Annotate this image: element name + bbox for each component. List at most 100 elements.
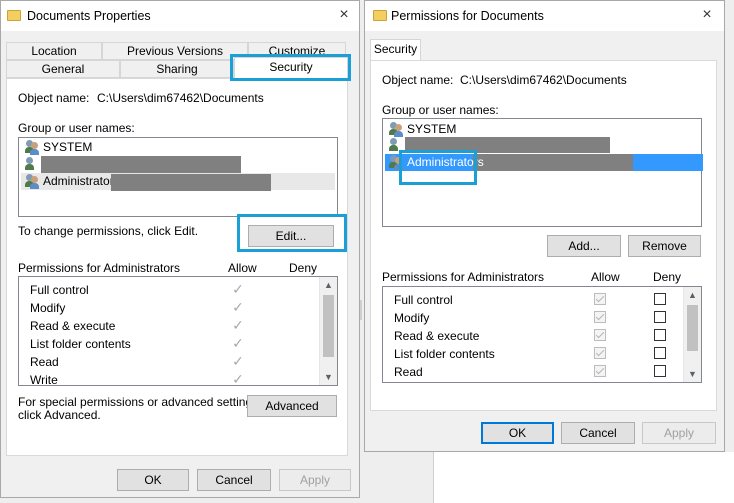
administrators-highlight (399, 150, 477, 185)
object-name-value: C:\Users\dim67462\Documents (97, 91, 264, 105)
user-row-system[interactable]: SYSTEM (21, 139, 335, 156)
permission-row: Read ✓ (19, 353, 319, 371)
allow-check-icon: ✓ (232, 317, 244, 333)
deny-checkbox[interactable] (654, 365, 666, 377)
cancel-button[interactable]: Cancel (197, 469, 271, 491)
deny-checkbox[interactable] (654, 347, 666, 359)
folder-icon (373, 10, 387, 21)
permissions-for-label: Permissions for Administrators (18, 261, 181, 275)
remove-button[interactable]: Remove (628, 235, 701, 257)
permission-row: List folder contents ✓ (19, 335, 319, 353)
permission-row: Full control (383, 291, 683, 309)
ok-button[interactable]: OK (117, 469, 189, 491)
advanced-button[interactable]: Advanced (247, 395, 337, 417)
user-row-administrators[interactable]: Administrators (21, 173, 335, 191)
permission-row-partial (383, 381, 683, 382)
permissions-scrollbar[interactable]: ▲ ▼ (683, 287, 701, 382)
allow-checkbox (594, 329, 606, 341)
group-user-names-label: Group or user names: (18, 121, 135, 135)
users-icon (389, 122, 404, 137)
users-icon (25, 174, 40, 189)
user-name: Administrators (43, 174, 120, 188)
user-name: SYSTEM (407, 122, 457, 136)
left-window-title: Documents Properties (27, 9, 151, 23)
permission-name: List folder contents (394, 347, 495, 361)
users-icon (25, 140, 40, 155)
tab-security[interactable]: Security (370, 39, 421, 61)
permission-row: Modify ✓ (19, 299, 319, 317)
permission-name: List folder contents (30, 337, 131, 351)
permission-row: Write ✓ (19, 371, 319, 386)
scroll-up-icon[interactable]: ▲ (320, 278, 337, 292)
right-window-title: Permissions for Documents (391, 9, 544, 23)
allow-check-icon: ✓ (232, 335, 244, 351)
allow-header: Allow (591, 270, 620, 284)
permissions-list[interactable]: Full control ✓ Modify ✓ Read & execute ✓… (18, 276, 338, 386)
special-permissions-text-1: For special permissions or advanced sett… (18, 395, 262, 409)
add-button[interactable]: Add... (547, 235, 621, 257)
user-name: SYSTEM (43, 140, 93, 154)
close-icon[interactable]: × (696, 5, 718, 25)
allow-checkbox (594, 347, 606, 359)
deny-checkbox[interactable] (654, 311, 666, 323)
tab-general[interactable]: General (6, 60, 120, 78)
apply-button[interactable]: Apply (279, 469, 351, 491)
permission-name: Read & execute (394, 329, 480, 343)
left-title-bar: Documents Properties × (1, 1, 359, 31)
tab-location[interactable]: Location (6, 42, 102, 60)
redacted-user-name (41, 156, 241, 173)
user-list[interactable]: SYSTEM Administrators (18, 137, 338, 217)
deny-checkbox[interactable] (654, 329, 666, 341)
ok-button[interactable]: OK (481, 422, 554, 444)
special-permissions-text-2: click Advanced. (18, 408, 101, 422)
redacted-user-detail (111, 174, 271, 191)
background-window-right (433, 452, 734, 503)
redacted-user-detail (473, 154, 633, 171)
apply-button[interactable]: Apply (642, 422, 716, 444)
close-icon[interactable]: × (333, 5, 355, 25)
scroll-down-icon[interactable]: ▼ (684, 367, 701, 381)
allow-check-icon: ✓ (232, 353, 244, 369)
cancel-button[interactable]: Cancel (561, 422, 635, 444)
allow-checkbox (594, 365, 606, 377)
permissions-list[interactable]: Full control Modify Read & execute List … (382, 286, 702, 383)
background-window-divider (360, 300, 362, 320)
permission-name: Modify (394, 311, 430, 325)
permissions-scrollbar[interactable]: ▲ ▼ (319, 277, 337, 385)
tab-previous-versions[interactable]: Previous Versions (102, 42, 248, 60)
user-row-system[interactable]: SYSTEM (385, 121, 699, 138)
user-row-redacted[interactable] (21, 156, 335, 173)
permission-row: Read (383, 363, 683, 381)
permission-row: Full control ✓ (19, 281, 319, 299)
permission-row: Modify (383, 309, 683, 327)
permission-row: List folder contents (383, 345, 683, 363)
object-name-label: Object name: (18, 91, 90, 105)
permission-name: Read (30, 355, 59, 369)
permissions-for-label: Permissions for Administrators (382, 270, 545, 284)
scroll-up-icon[interactable]: ▲ (684, 288, 701, 302)
tab-sharing[interactable]: Sharing (120, 60, 234, 78)
permission-name: Full control (394, 293, 453, 307)
permission-name: Modify (30, 301, 66, 315)
allow-check-icon: ✓ (232, 371, 244, 386)
user-icon (25, 157, 40, 172)
deny-checkbox[interactable] (654, 293, 666, 305)
allow-check-icon: ✓ (232, 281, 244, 297)
change-permissions-text: To change permissions, click Edit. (18, 224, 199, 238)
scroll-thumb[interactable] (323, 295, 334, 357)
permission-row: Read & execute ✓ (19, 317, 319, 335)
permission-name: Read & execute (30, 319, 116, 333)
group-user-names-label: Group or user names: (382, 103, 499, 117)
allow-header: Allow (228, 261, 257, 275)
scroll-down-icon[interactable]: ▼ (320, 370, 337, 384)
object-name-label: Object name: (382, 73, 454, 87)
folder-icon (7, 10, 21, 21)
permission-name: Read (394, 365, 423, 379)
right-title-bar: Permissions for Documents × (365, 1, 724, 31)
edit-button-highlight (237, 214, 347, 252)
scroll-thumb[interactable] (687, 305, 698, 351)
permission-name: Full control (30, 283, 89, 297)
allow-checkbox (594, 311, 606, 323)
permission-row: Read & execute (383, 327, 683, 345)
allow-check-icon: ✓ (232, 299, 244, 315)
